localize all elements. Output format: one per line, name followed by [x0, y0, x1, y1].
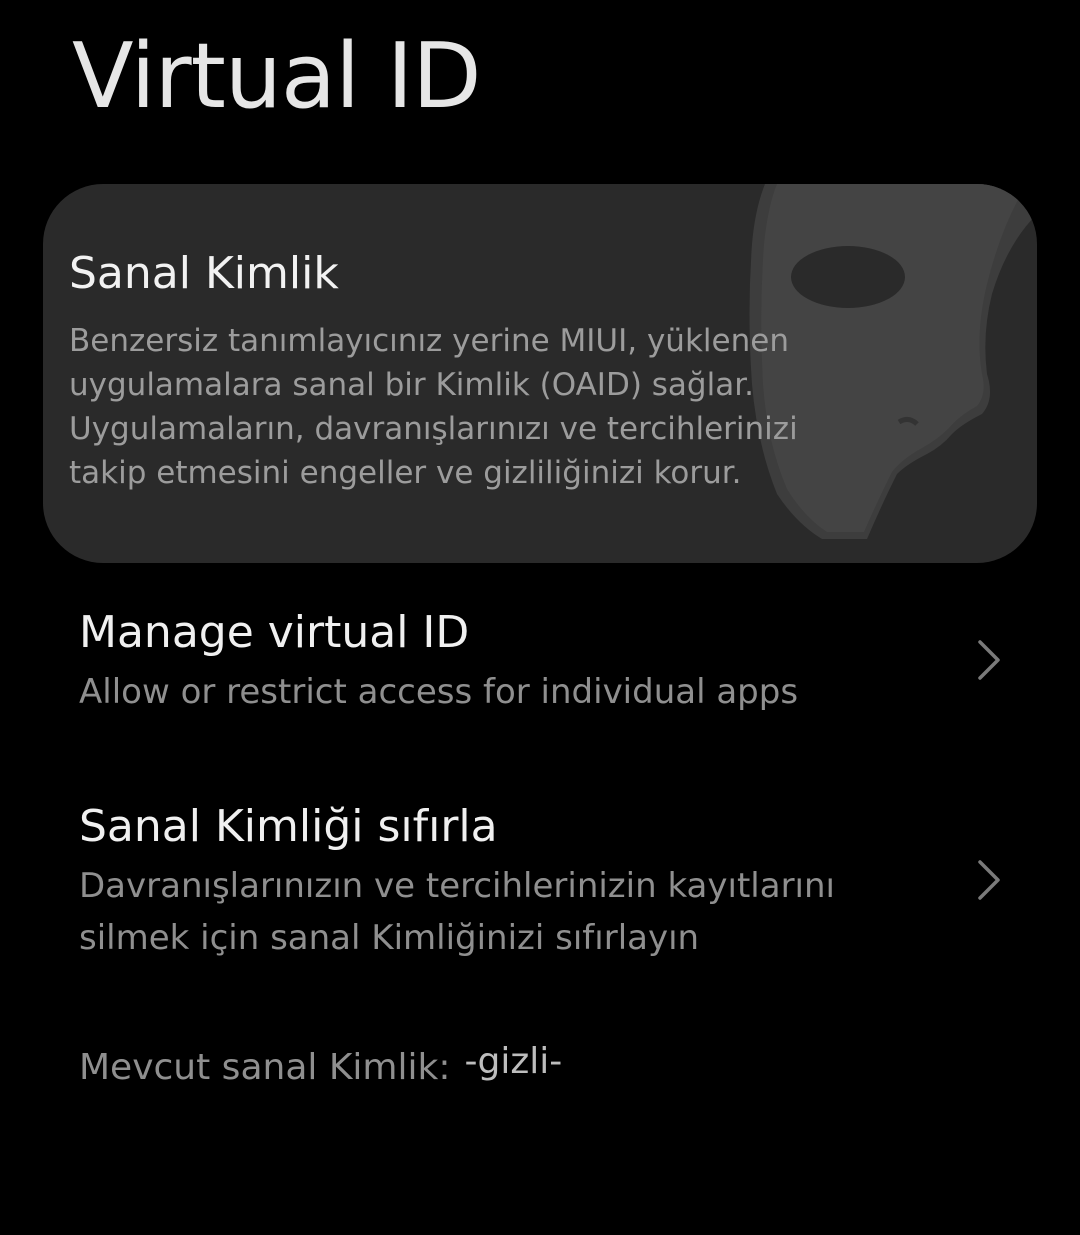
current-virtual-id-value: -gizli- — [464, 1041, 563, 1082]
manage-virtual-id-subtitle: Allow or restrict access for individual … — [79, 672, 799, 712]
chevron-right-icon — [978, 640, 1000, 680]
current-virtual-id-label: Mevcut sanal Kimlik: — [79, 1047, 451, 1088]
reset-virtual-id-subtitle-line: silmek için sanal Kimliğinizi sıfırlayın — [79, 918, 700, 958]
info-card-description-line: uygulamalara sanal bir Kimlik (OAID) sağ… — [69, 367, 754, 403]
info-card-title: Sanal Kimlik — [69, 248, 339, 299]
current-virtual-id: Mevcut sanal Kimlik: -gizli- — [79, 1040, 562, 1096]
info-card: Sanal Kimlik Benzersiz tanımlayıcınız ye… — [43, 184, 1037, 563]
chevron-right-icon — [978, 860, 1000, 900]
info-card-description-line: takip etmesini engeller ve gizliliğinizi… — [69, 455, 742, 491]
page-title: Virtual ID — [72, 24, 482, 129]
reset-virtual-id-subtitle-line: Davranışlarınızın ve tercihlerinizin kay… — [79, 866, 835, 906]
manage-virtual-id-title: Manage virtual ID — [79, 607, 470, 658]
reset-virtual-id-row[interactable]: Sanal Kimliği sıfırla Davranışlarınızın … — [0, 795, 1080, 975]
info-card-description-line: Uygulamaların, davranışlarınızı ve terci… — [69, 411, 798, 447]
reset-virtual-id-title: Sanal Kimliği sıfırla — [79, 801, 498, 852]
info-card-description-line: Benzersiz tanımlayıcınız yerine MIUI, yü… — [69, 323, 789, 359]
manage-virtual-id-row[interactable]: Manage virtual ID Allow or restrict acce… — [0, 600, 1080, 730]
info-card-description: Benzersiz tanımlayıcınız yerine MIUI, yü… — [69, 319, 829, 495]
